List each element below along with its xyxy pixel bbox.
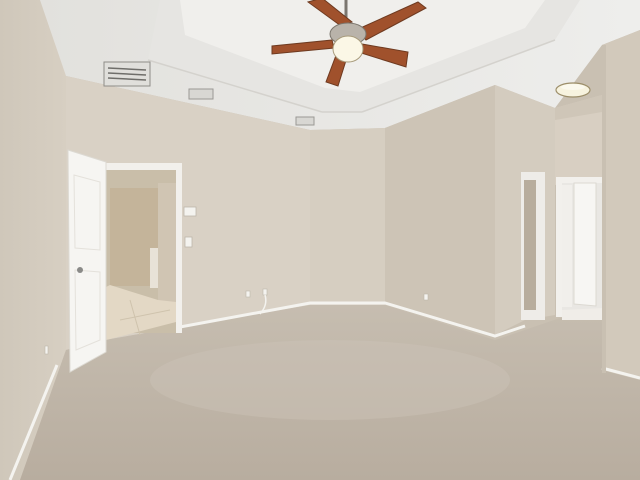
outlet-2	[262, 288, 268, 296]
air-vent-center	[188, 88, 214, 100]
outlet-4	[44, 345, 49, 355]
back-wall-center	[310, 128, 385, 305]
fan-light	[332, 35, 364, 63]
hall-door	[573, 182, 597, 307]
air-vent-right	[295, 116, 315, 126]
right-wall-edge	[602, 45, 606, 373]
bedroom-photo	[0, 0, 640, 480]
closet-opening	[524, 180, 536, 310]
door-knob	[77, 267, 83, 273]
outlet-1	[245, 290, 251, 298]
room-illustration	[0, 0, 640, 480]
thermostat	[183, 206, 197, 217]
hallway-right-wall	[158, 183, 176, 303]
light-switch	[184, 236, 193, 248]
right-wall	[602, 30, 640, 380]
hallway-cabinet	[150, 248, 158, 288]
back-wall-right	[385, 85, 495, 335]
outlet-3	[423, 293, 429, 301]
